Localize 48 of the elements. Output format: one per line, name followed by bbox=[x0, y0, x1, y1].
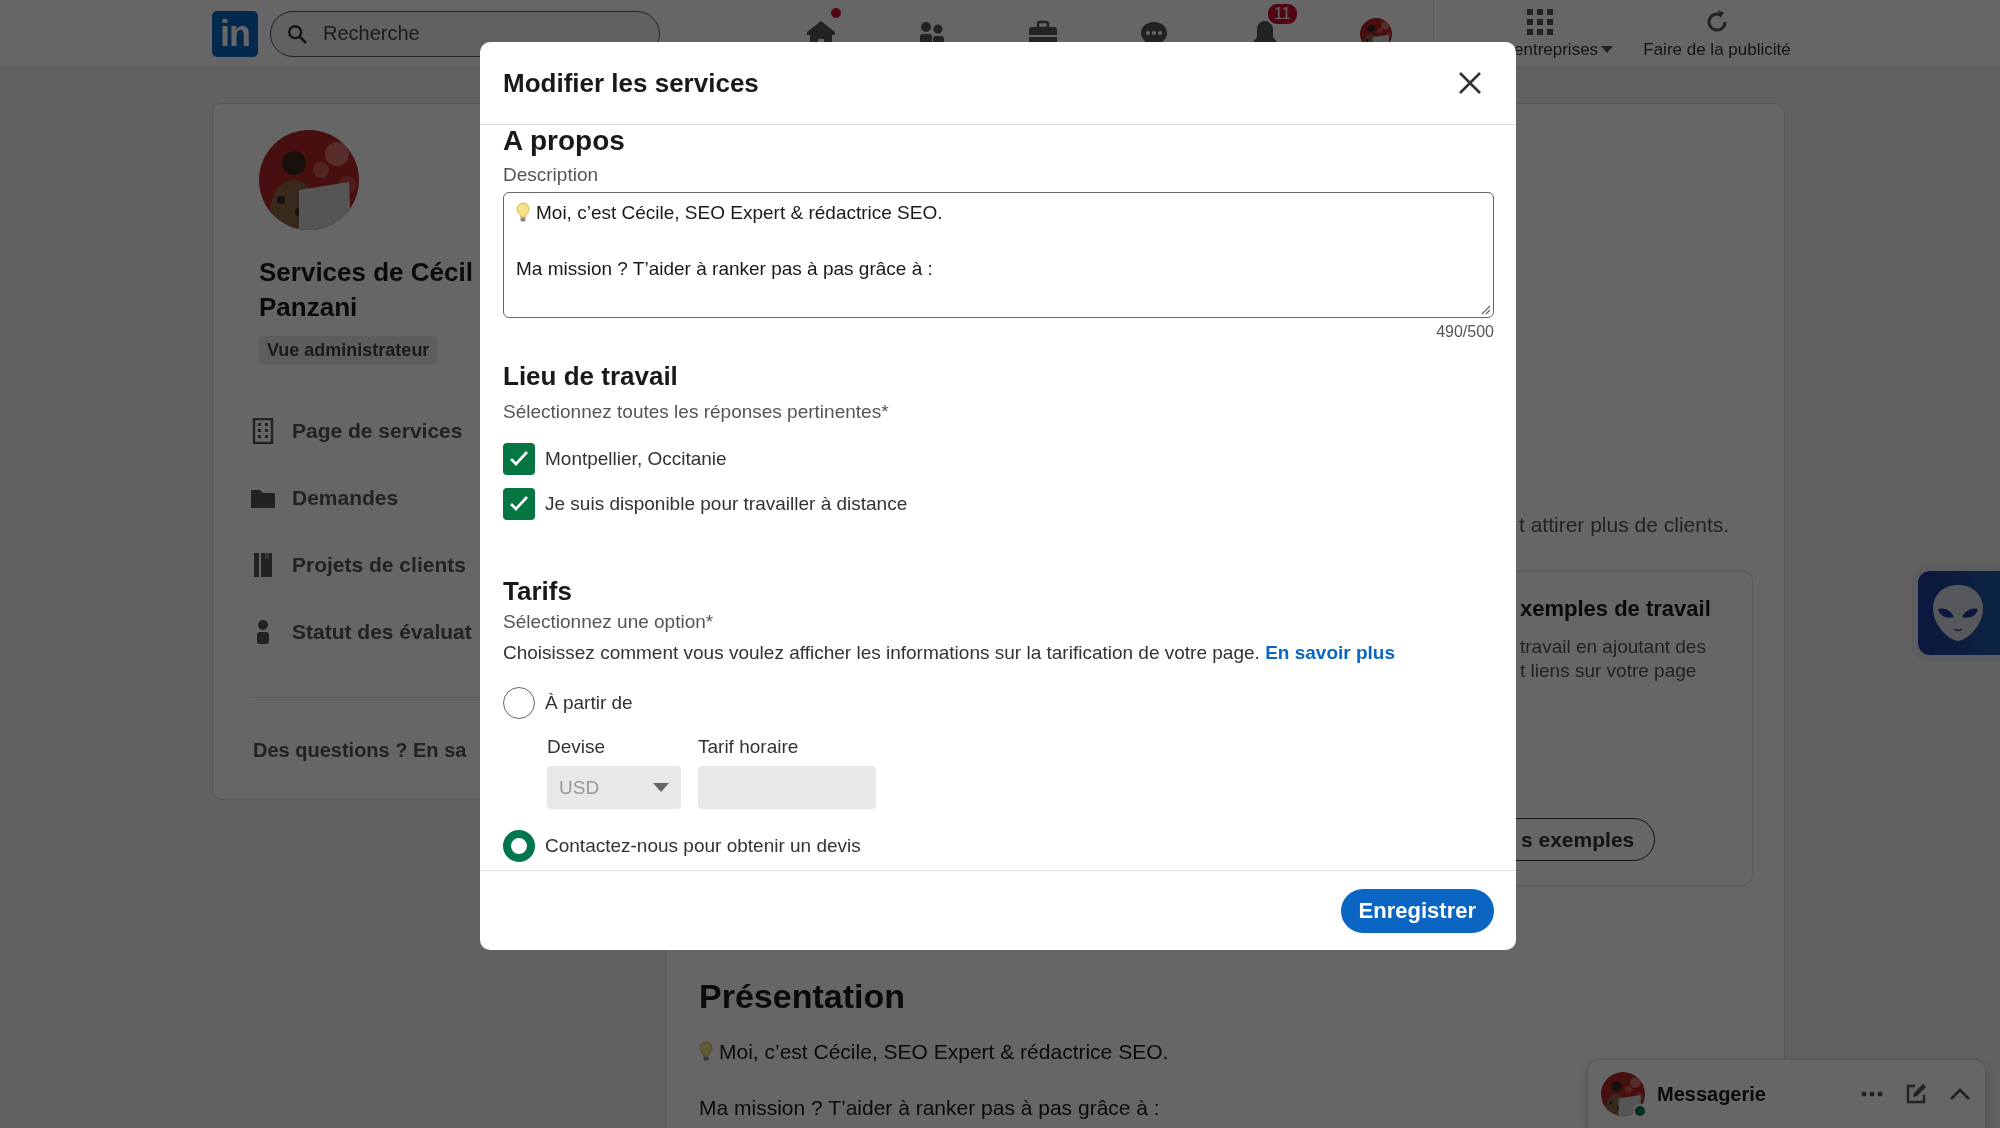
section-heading: Tarifs bbox=[503, 575, 573, 607]
checkbox-label: Montpellier, Occitanie bbox=[545, 448, 727, 470]
bulb-icon bbox=[699, 1041, 713, 1063]
description-field[interactable]: Moi, c’est Cécile, SEO Expert & rédactrice SEO. Ma mission ? T’aider à ranker pas à pas grâce à : bbox=[503, 192, 1494, 318]
resize-handle-icon[interactable] bbox=[1481, 305, 1491, 315]
radio-label: Contactez-nous pour obtenir un devis bbox=[545, 835, 861, 857]
field-label: Devise bbox=[547, 735, 607, 759]
character-counter: 490/500 bbox=[1435, 322, 1494, 342]
logo[interactable]: in bbox=[212, 10, 258, 57]
grid-icon[interactable] bbox=[1526, 7, 1554, 36]
field-label: Tarif horaire bbox=[698, 735, 800, 759]
widget-button[interactable] bbox=[1912, 565, 2000, 661]
alien-head-icon bbox=[1930, 583, 1986, 643]
radio-button[interactable] bbox=[503, 830, 535, 862]
close-icon bbox=[1458, 71, 1482, 95]
more-icon[interactable] bbox=[1861, 1091, 1883, 1097]
card-text: travail en ajoutant des t liens sur votre page bbox=[1520, 635, 1706, 683]
section-title: Présentation bbox=[699, 976, 906, 1016]
pricing-description: Choisissez comment vous voulez afficher les informations sur la tarification de votre page. En savoir plus bbox=[503, 641, 1396, 665]
dialog-title: Modifier les services bbox=[503, 67, 759, 99]
learn-more-link[interactable]: En savoir plus bbox=[1265, 642, 1395, 663]
search-icon bbox=[286, 22, 308, 45]
presentation-text: Moi, c’est Cécile, SEO Expert & rédactrice SEO. bbox=[719, 1039, 1169, 1065]
notification-badge: 11 bbox=[1266, 1, 1299, 26]
card-title: xemples de travail bbox=[1520, 595, 1711, 623]
hint-text: Sélectionnez une option* bbox=[503, 610, 715, 634]
bulb-icon bbox=[516, 202, 530, 224]
intro-text: t attirer plus de clients. bbox=[1518, 512, 1731, 538]
advertise-link[interactable]: Faire de la publicité bbox=[1643, 39, 1791, 60]
radio-label: À partir de bbox=[545, 692, 633, 714]
book-icon bbox=[251, 552, 275, 578]
checkbox[interactable] bbox=[503, 443, 535, 475]
presentation-text: Ma mission ? T’aider à ranker pas à pas grâce à : bbox=[699, 1095, 1160, 1121]
field-label: Description bbox=[503, 163, 600, 187]
save-button[interactable]: Enregistrer bbox=[1340, 888, 1494, 933]
page-title: Services de Cécil Panzani bbox=[259, 256, 473, 324]
section-heading: A propos bbox=[503, 125, 626, 157]
building-icon bbox=[251, 418, 275, 444]
role-badge: Vue administrateur bbox=[259, 336, 438, 365]
section-heading: Lieu de travail bbox=[503, 360, 679, 392]
business-menu[interactable]: entreprises bbox=[1514, 39, 1599, 60]
checkbox[interactable] bbox=[503, 488, 535, 520]
checkbox-label: Je suis disponible pour travailler à distance bbox=[545, 493, 908, 515]
caret-icon bbox=[653, 782, 669, 793]
compose-icon[interactable] bbox=[1905, 1083, 1927, 1105]
hint-text: Sélectionnez toutes les réponses pertinentes* bbox=[503, 400, 890, 424]
caret-icon bbox=[1601, 45, 1614, 54]
chevron-up-icon[interactable] bbox=[1949, 1087, 1971, 1101]
